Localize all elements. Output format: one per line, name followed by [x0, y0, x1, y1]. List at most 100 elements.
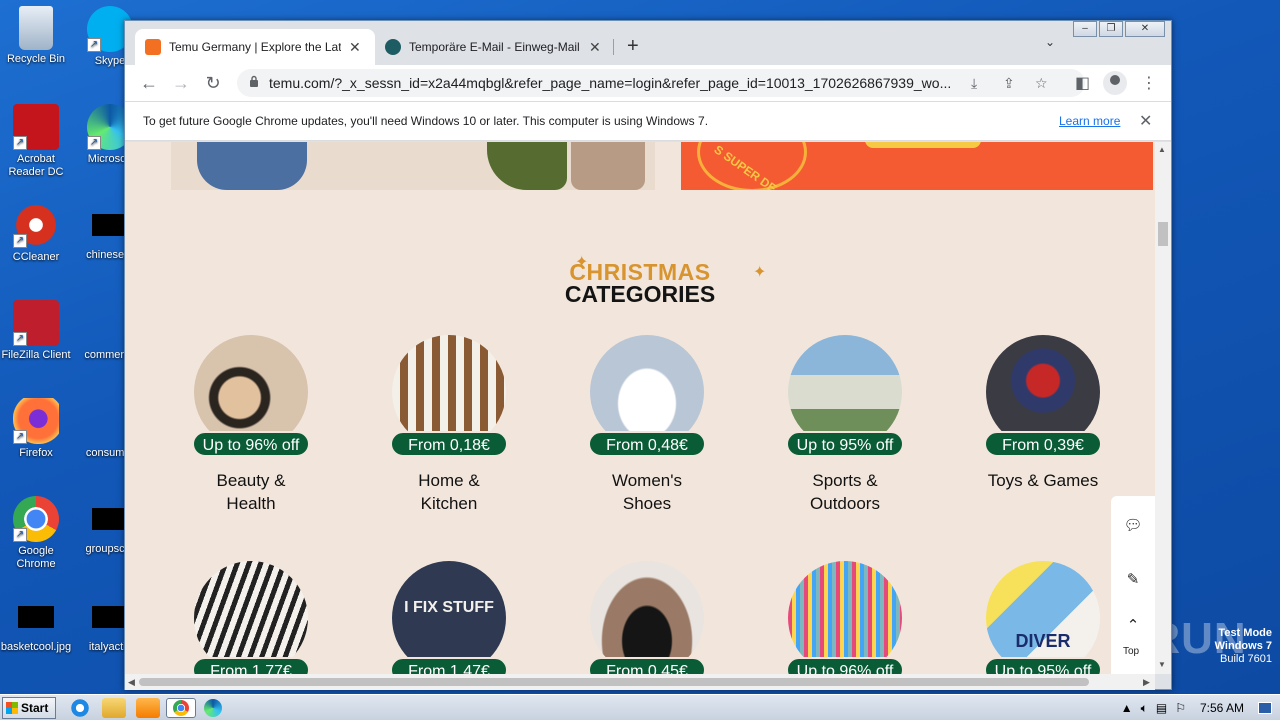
window-controls: – ❐ ✕	[1073, 21, 1165, 37]
taskbar: Start ▲ 🔈︎ ▤ ⚐ 7:56 AM	[0, 694, 1280, 720]
basketcool-file-icon[interactable]: basketcool.jpg	[0, 594, 74, 654]
tab-temu[interactable]: Temu Germany | Explore the Latest C ✕	[135, 29, 375, 65]
close-tab-icon[interactable]: ✕	[349, 39, 361, 56]
edge-taskbar-icon[interactable]	[204, 699, 222, 717]
feedback-edit-icon[interactable]: ✎	[1121, 570, 1145, 594]
filezilla-icon[interactable]: ↗ FileZilla Client	[0, 300, 74, 362]
watermark-line1: Test Mode	[1218, 627, 1272, 639]
close-tab-icon[interactable]: ✕	[589, 39, 601, 56]
tab-title: Temu Germany | Explore the Latest C	[169, 40, 341, 54]
firefox-icon[interactable]: ↗ Firefox	[0, 398, 74, 460]
close-window-icon[interactable]: ✕	[1125, 21, 1165, 37]
category-row2-item[interactable]: From 1,77€	[186, 561, 316, 674]
temp-mail-favicon-icon	[385, 39, 401, 55]
tray-expand-icon[interactable]: ▲	[1121, 701, 1133, 715]
scroll-top-chevron-icon[interactable]: ⌃	[1121, 616, 1145, 640]
category-label-line2: Outdoors	[810, 494, 880, 513]
close-infobar-icon[interactable]: ✕	[1139, 111, 1152, 131]
file-explorer-icon[interactable]	[102, 698, 126, 718]
price-badge: Up to 96% off	[192, 431, 310, 457]
chat-bubble-icon[interactable]: 💬︎	[1121, 516, 1145, 540]
temu-favicon-icon	[145, 39, 161, 55]
shortcut-arrow-icon: ↗	[13, 430, 27, 444]
clock[interactable]: 7:56 AM	[1194, 701, 1250, 715]
category-label-line1: Home &	[418, 471, 480, 490]
price-badge: Up to 95% off	[786, 431, 904, 457]
floating-tools: 💬︎ ✎ ⌃ Top	[1111, 496, 1155, 674]
category-sports-outdoors[interactable]: Up to 95% off Sports & Outdoors	[780, 335, 910, 515]
tab-search-chevron-icon[interactable]: ⌄	[1045, 35, 1055, 49]
ccleaner-icon[interactable]: ↗ CCleaner	[0, 202, 74, 264]
vertical-scroll-thumb[interactable]	[1158, 222, 1168, 246]
reload-icon[interactable]: ↻	[201, 71, 225, 95]
category-label: Beauty & Health	[186, 469, 316, 515]
category-label-line1: Women's	[611, 471, 682, 490]
network-icon[interactable]: ▤	[1156, 701, 1167, 715]
chrome-taskbar-icon[interactable]	[166, 698, 196, 718]
internet-explorer-icon[interactable]	[68, 698, 92, 718]
recycle-bin-icon[interactable]: Recycle Bin	[0, 6, 74, 66]
minimize-icon[interactable]: –	[1073, 21, 1097, 37]
action-center-flag-icon[interactable]: ⚐	[1175, 701, 1186, 715]
category-home-kitchen[interactable]: From 0,18€ Home & Kitchen	[384, 335, 514, 515]
scroll-right-arrow-icon[interactable]: ▶	[1143, 677, 1150, 688]
vertical-scrollbar[interactable]: ▲ ▼	[1155, 142, 1171, 674]
profile-avatar-icon[interactable]	[1103, 71, 1127, 95]
shirt-print-text: DIVER	[1015, 631, 1071, 651]
filezilla-label: FileZilla Client	[1, 349, 71, 361]
scroll-top-label[interactable]: Top	[1123, 646, 1139, 657]
super-deals-banner[interactable]: S SUPER DE	[681, 142, 1153, 190]
tab-title: Temporäre E-Mail - Einweg-Mail - Ano	[409, 40, 581, 54]
start-label: Start	[21, 701, 49, 715]
banner-button-shape	[865, 142, 981, 148]
google-chrome-icon[interactable]: ↗ Google Chrome	[0, 496, 74, 571]
media-player-icon[interactable]	[136, 698, 160, 718]
category-row2-item[interactable]: Up to 96% off	[780, 561, 910, 674]
shortcut-arrow-icon: ↗	[13, 332, 27, 346]
price-badge: From 0,48€	[588, 431, 706, 457]
shirt-print-text: I FIX STUFF	[404, 599, 494, 616]
tab-temp-mail[interactable]: Temporäre E-Mail - Einweg-Mail - Ano ✕	[375, 29, 611, 65]
back-arrow-icon[interactable]: ←	[137, 71, 161, 95]
share-icon[interactable]: ⇪	[1003, 75, 1015, 92]
category-beauty-health[interactable]: Up to 96% off Beauty & Health	[186, 335, 316, 515]
lock-icon	[250, 75, 258, 87]
shortcut-arrow-icon: ↗	[13, 136, 27, 150]
address-bar[interactable]: temu.com/?_x_sessn_id=x2a44mqbgl&refer_p…	[237, 69, 1085, 97]
start-button[interactable]: Start	[2, 697, 56, 719]
scroll-down-arrow-icon[interactable]: ▼	[1158, 660, 1166, 669]
volume-icon[interactable]: 🔈︎	[1141, 701, 1148, 716]
category-label: Women's Shoes	[582, 469, 712, 515]
scroll-left-arrow-icon[interactable]: ◀	[128, 677, 135, 688]
fashion-banner[interactable]	[171, 142, 655, 190]
price-badge: Up to 95% off	[984, 657, 1102, 674]
acrobat-reader-icon[interactable]: ↗ Acrobat Reader DC	[0, 104, 74, 179]
horizontal-scrollbar[interactable]: ◀ ▶	[125, 674, 1155, 690]
category-row2-item[interactable]: I FIX STUFF From 1,47€	[384, 561, 514, 674]
price-badge: From 0,45€	[588, 657, 706, 674]
show-desktop-icon[interactable]	[1258, 702, 1272, 714]
side-panel-icon[interactable]: ◧	[1075, 73, 1090, 93]
category-label-line1: Beauty &	[216, 471, 286, 490]
bookmark-star-icon[interactable]: ☆	[1035, 75, 1048, 92]
scroll-up-arrow-icon[interactable]: ▲	[1158, 145, 1166, 154]
category-row2-item[interactable]: From 0,45€	[582, 561, 712, 674]
banner-jeans-image	[197, 142, 307, 190]
chrome-window: Temu Germany | Explore the Latest C ✕ Te…	[124, 20, 1172, 690]
restore-icon[interactable]: ❐	[1099, 21, 1123, 37]
menu-kebab-icon[interactable]: ⋮	[1141, 73, 1157, 93]
category-label: Sports & Outdoors	[780, 469, 910, 515]
category-womens-shoes[interactable]: From 0,48€ Women's Shoes	[582, 335, 712, 515]
category-label-line1: Toys & Games	[987, 471, 1099, 490]
watermark-line3: Build 7601	[1220, 653, 1272, 665]
learn-more-link[interactable]: Learn more	[1059, 114, 1120, 128]
horizontal-scroll-thumb[interactable]	[139, 678, 1089, 686]
skype-label: Skype	[94, 55, 126, 67]
ccleaner-label: CCleaner	[12, 251, 60, 263]
forward-arrow-icon[interactable]: →	[169, 71, 193, 95]
install-app-icon[interactable]: ⤓	[971, 75, 977, 92]
price-badge: Up to 96% off	[786, 657, 904, 674]
category-toys-games[interactable]: From 0,39€ Toys & Games	[978, 335, 1108, 492]
new-tab-icon[interactable]: +	[627, 35, 639, 58]
category-row2-item[interactable]: DIVER Up to 95% off	[978, 561, 1108, 674]
